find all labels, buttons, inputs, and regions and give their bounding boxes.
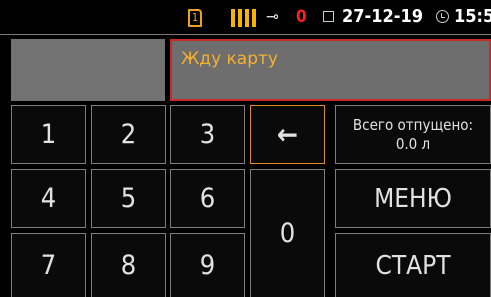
sim-slot-label: 1 [191, 11, 199, 24]
sim-card-icon: 1 [188, 9, 202, 27]
key-0[interactable]: 0 [250, 169, 325, 297]
pump-nozzle-icon: ⊸ [266, 7, 279, 27]
pump-count: 0 [296, 7, 307, 27]
total-dispensed-value: 0.0 л [395, 134, 431, 153]
key-2[interactable]: 2 [91, 105, 166, 164]
key-9[interactable]: 9 [170, 233, 245, 297]
key-3[interactable]: 3 [170, 105, 245, 164]
status-divider [0, 34, 491, 35]
clock-icon [436, 10, 449, 23]
info-panel [11, 39, 165, 101]
time-text: 15:50 [454, 6, 491, 27]
total-dispensed-button[interactable]: Всего отпущено: 0.0 л [335, 105, 491, 164]
key-7[interactable]: 7 [11, 233, 86, 297]
menu-button[interactable]: МЕНЮ [335, 169, 491, 228]
signal-bars-icon [231, 9, 261, 27]
status-message: Жду карту [181, 49, 278, 69]
backspace-arrow-icon: ← [276, 118, 299, 151]
start-button[interactable]: СТАРТ [335, 233, 491, 297]
key-1[interactable]: 1 [11, 105, 86, 164]
key-4[interactable]: 4 [11, 169, 86, 228]
date-text: 27-12-19 [342, 6, 424, 27]
backspace-button[interactable]: ← [250, 105, 325, 164]
message-panel: Жду карту [170, 39, 491, 101]
key-5[interactable]: 5 [91, 169, 166, 228]
status-bar: 1 ⊸ 0 27-12-19 15:50 [0, 0, 491, 34]
calendar-icon [323, 11, 334, 22]
key-6[interactable]: 6 [170, 169, 245, 228]
total-dispensed-label: Всего отпущено: [352, 115, 474, 134]
key-8[interactable]: 8 [91, 233, 166, 297]
